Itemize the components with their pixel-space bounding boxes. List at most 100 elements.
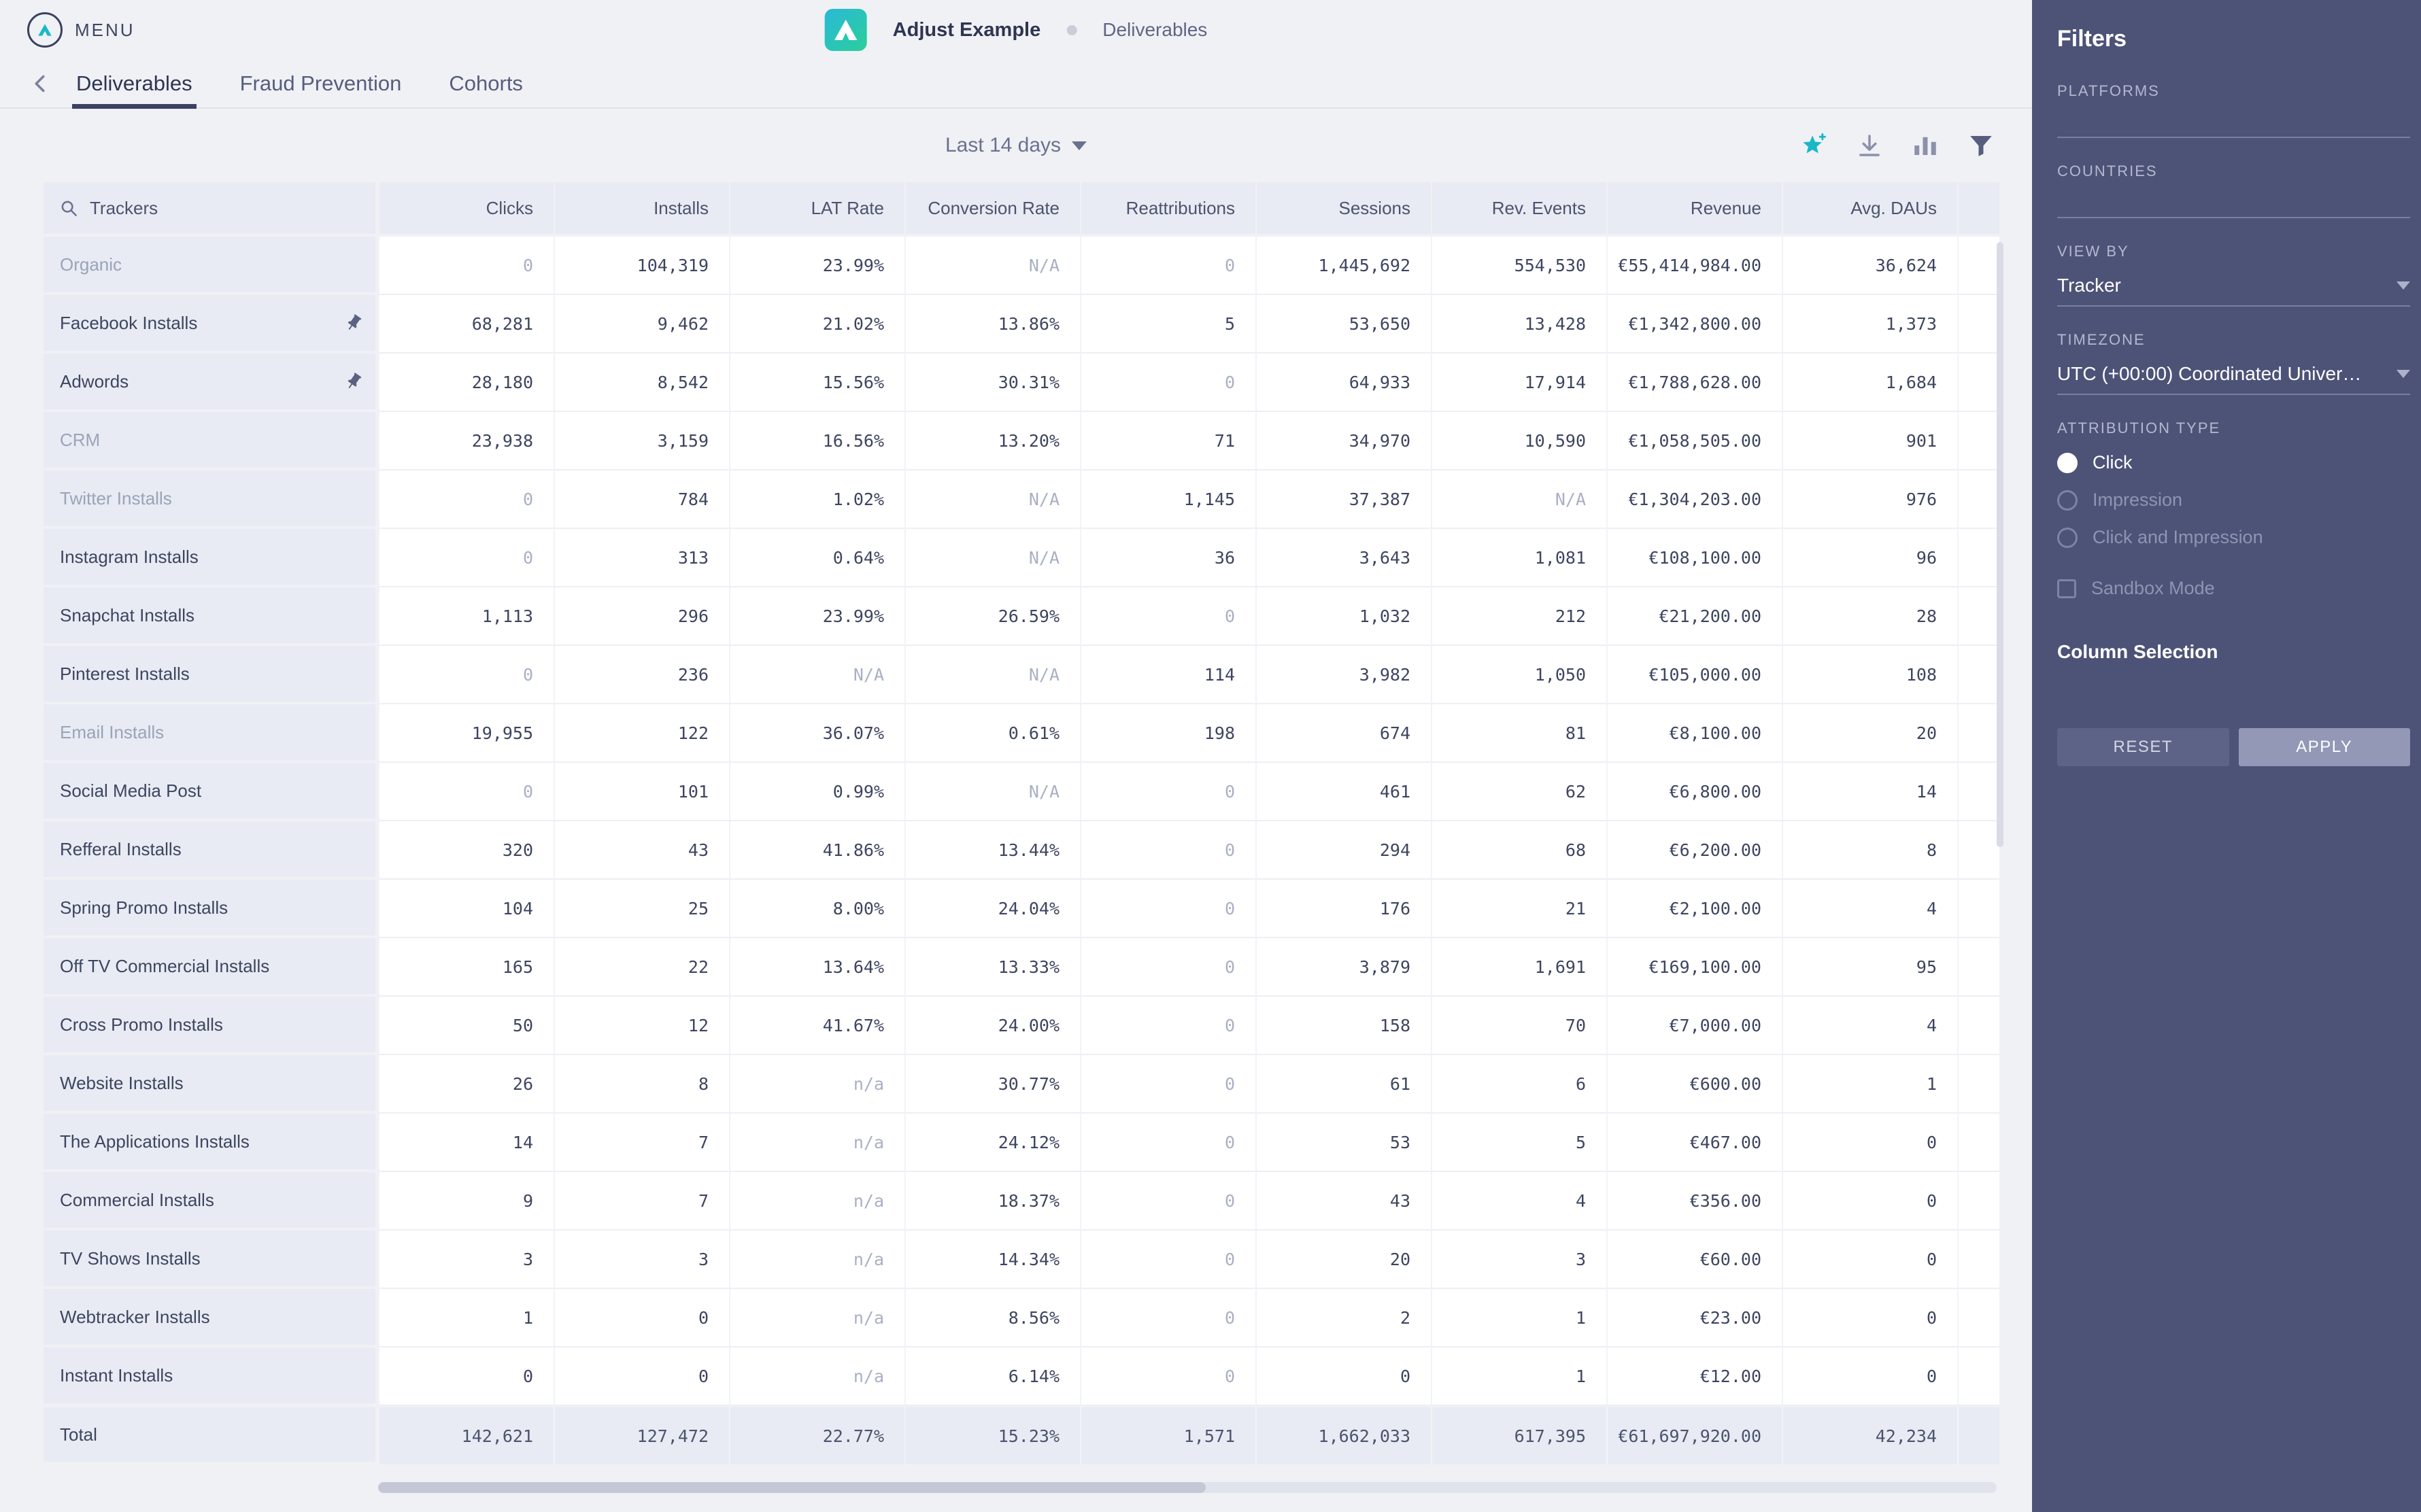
pin-icon[interactable] [344,313,363,332]
view-by-select[interactable]: Tracker [2057,266,2410,307]
column-header[interactable]: Sessions [1255,182,1431,237]
download-icon[interactable] [1854,130,1885,161]
metric-cell: n/a [729,1289,904,1347]
metric-cell: 15.56% [729,354,904,412]
menu-button[interactable]: MENU [27,12,135,48]
search-icon[interactable] [58,198,79,218]
metric-cell: 71 [1080,412,1255,470]
metric-cell: n/a [729,1055,904,1114]
sliver-cell [1957,354,1999,412]
tracker-name: Cross Promo Installs [60,1014,223,1035]
metric-cell: n/a [729,1114,904,1172]
radio-click-and-impression[interactable]: Click and Impression [2057,519,2410,556]
metric-cell: 13.86% [904,295,1080,354]
pin-icon[interactable] [344,372,363,391]
tracker-cell[interactable]: The Applications Installs [44,1114,378,1172]
table-header-row: Trackers ClicksInstallsLAT RateConversio… [44,182,1999,237]
tracker-cell[interactable]: Instant Installs [44,1347,378,1406]
platforms-input[interactable] [2057,105,2410,138]
horizontal-scrollbar-thumb[interactable] [378,1482,1206,1493]
countries-input[interactable] [2057,186,2410,218]
column-header[interactable]: LAT Rate [729,182,904,237]
metric-cell: 20 [1782,704,1957,763]
tracker-cell[interactable]: Snapchat Installs [44,587,378,646]
tracker-cell[interactable]: Adwords [44,354,378,412]
tracker-cell[interactable]: Cross Promo Installs [44,997,378,1055]
sliver-cell [1957,1055,1999,1114]
metric-cell: 320 [378,821,554,880]
metric-cell: 9 [378,1172,554,1231]
tracker-cell[interactable]: Organic [44,237,378,295]
tracker-cell[interactable]: Twitter Installs [44,470,378,529]
column-selection-link[interactable]: Column Selection [2057,641,2410,663]
metric-cell: 0 [378,646,554,704]
total-metric-cell: €61,697,920.00 [1606,1406,1782,1464]
metric-cell: 24.12% [904,1114,1080,1172]
tracker-cell[interactable]: Off TV Commercial Installs [44,938,378,997]
metric-cell: 13.20% [904,412,1080,470]
back-chevron-icon[interactable] [29,71,53,96]
metric-cell: 8.56% [904,1289,1080,1347]
metric-cell: 24.00% [904,997,1080,1055]
column-header[interactable]: Avg. DAUs [1782,182,1957,237]
tracker-cell[interactable]: Instagram Installs [44,529,378,587]
column-header[interactable]: Clicks [378,182,554,237]
horizontal-scrollbar[interactable] [378,1482,1997,1493]
table-row: The Applications Installs147n/a24.12%053… [44,1114,1999,1172]
filters-title: Filters [2057,26,2410,52]
tracker-cell[interactable]: Webtracker Installs [44,1289,378,1347]
breadcrumb: Deliverables [1102,19,1207,41]
column-header[interactable]: Installs [554,182,729,237]
metric-cell: 0 [378,763,554,821]
tracker-cell[interactable]: Social Media Post [44,763,378,821]
radio-click[interactable]: Click [2057,444,2410,481]
tracker-cell[interactable]: CRM [44,412,378,470]
metric-cell: 1,691 [1431,938,1606,997]
chevron-down-icon [2397,281,2410,290]
star-icon[interactable] [1798,130,1829,161]
reset-button[interactable]: RESET [2057,728,2229,766]
tab-cohorts[interactable]: Cohorts [445,60,527,107]
tracker-cell[interactable]: Website Installs [44,1055,378,1114]
tracker-cell[interactable]: Email Installs [44,704,378,763]
radio-impression[interactable]: Impression [2057,481,2410,519]
tab-fraud-prevention[interactable]: Fraud Prevention [236,60,406,107]
metric-cell: 68,281 [378,295,554,354]
metric-cell: 0 [1255,1347,1431,1406]
filter-icon[interactable] [1965,130,1997,161]
column-header[interactable]: Rev. Events [1431,182,1606,237]
apply-button[interactable]: APPLY [2239,728,2411,766]
tracker-cell[interactable]: Spring Promo Installs [44,880,378,938]
sliver-cell [1957,470,1999,529]
app-name: Adjust Example [893,19,1041,41]
metric-cell: 10,590 [1431,412,1606,470]
chevron-down-icon [2397,370,2410,378]
sandbox-mode-checkbox[interactable]: Sandbox Mode [2057,570,2410,607]
tracker-cell[interactable]: Pinterest Installs [44,646,378,704]
metric-cell: 0 [1080,821,1255,880]
metric-cell: 114 [1080,646,1255,704]
metric-cell: 6.14% [904,1347,1080,1406]
metric-cell: n/a [729,1172,904,1231]
tracker-cell[interactable]: TV Shows Installs [44,1231,378,1289]
metric-cell: 0 [378,1347,554,1406]
chart-icon[interactable] [1910,130,1941,161]
tracker-cell[interactable]: Refferal Installs [44,821,378,880]
metric-cell: 1,145 [1080,470,1255,529]
metric-cell: 0 [1080,1055,1255,1114]
tracker-cell[interactable]: Facebook Installs [44,295,378,354]
table-row: Social Media Post01010.99%N/A046162€6,80… [44,763,1999,821]
tab-deliverables[interactable]: Deliverables [72,60,197,107]
column-header[interactable]: Reattributions [1080,182,1255,237]
metric-cell: 4 [1431,1172,1606,1231]
tracker-cell[interactable]: Commercial Installs [44,1172,378,1231]
table-row: CRM23,9383,15916.56%13.20%7134,97010,590… [44,412,1999,470]
column-header-trackers[interactable]: Trackers [44,182,378,237]
metric-cell: 901 [1782,412,1957,470]
timezone-select[interactable]: UTC (+00:00) Coordinated Universal... [2057,354,2410,395]
date-range-dropdown[interactable]: Last 14 days [945,134,1087,157]
column-header[interactable]: Revenue [1606,182,1782,237]
vertical-scrollbar[interactable] [1997,242,2003,847]
column-header[interactable]: Conversion Rate [904,182,1080,237]
metric-cell: 21 [1431,880,1606,938]
